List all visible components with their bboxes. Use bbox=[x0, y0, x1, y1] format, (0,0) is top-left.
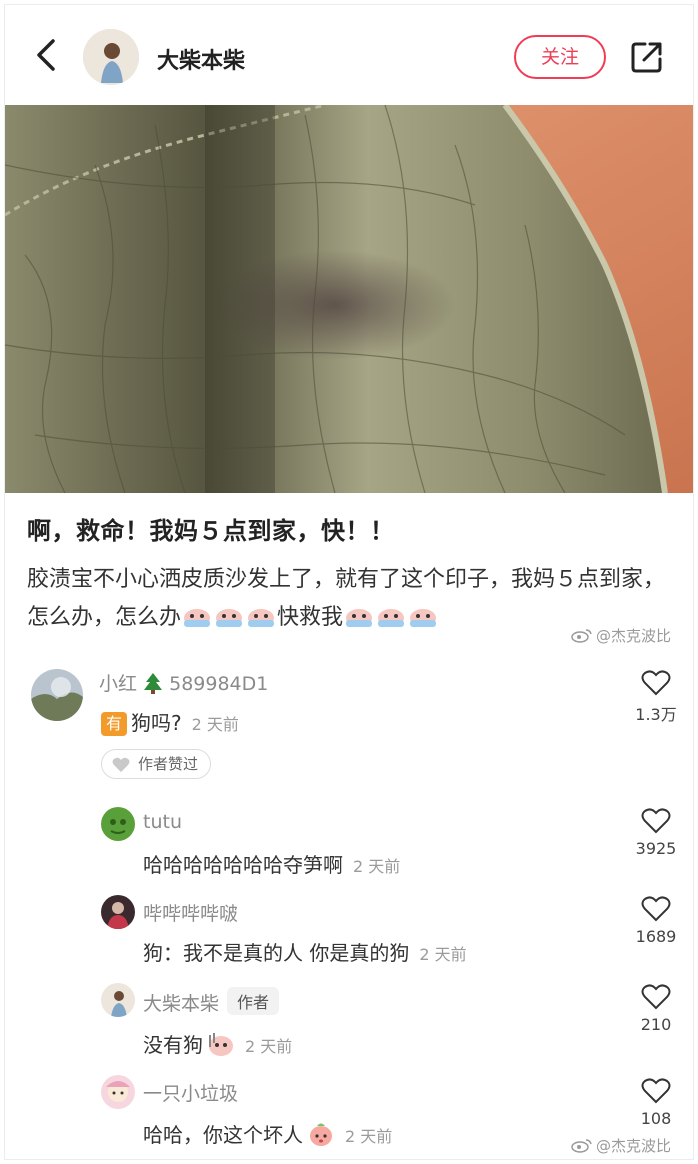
like-count: 210 bbox=[640, 1015, 672, 1034]
crying-emoji-icon bbox=[184, 609, 211, 627]
commenter-name[interactable]: 哔哔哔哔啵 bbox=[143, 899, 238, 926]
follow-button[interactable]: 关注 bbox=[514, 35, 606, 79]
comment-body: 狗：我不是真的人 你是真的狗 bbox=[143, 941, 410, 965]
crying-emoji-icon bbox=[378, 609, 405, 627]
leather-sofa-photo bbox=[5, 105, 693, 493]
commenter-avatar[interactable] bbox=[101, 1075, 135, 1109]
heart-outline-icon bbox=[641, 1078, 671, 1104]
you-badge: 有 bbox=[101, 712, 127, 736]
commenter-avatar[interactable] bbox=[101, 895, 135, 929]
screenshot-frame: 大柴本柴 关注 啊，救命！我妈５点到家，快！！ 胶渍宝不小心洒皮质沙发上了，就有… bbox=[4, 4, 694, 1160]
comment-time: 2 天前 bbox=[191, 715, 239, 734]
comment-time: 2 天前 bbox=[345, 1127, 393, 1146]
author-liked-pill: 作者赞过 bbox=[101, 749, 212, 779]
watermark-text: @杰克波比 bbox=[596, 627, 672, 645]
watermark: @杰克波比 bbox=[571, 625, 671, 646]
post-body-text-end: 快救我 bbox=[277, 605, 344, 630]
pink-cartoon-avatar bbox=[101, 1075, 135, 1109]
comment-time: 2 天前 bbox=[245, 1037, 293, 1056]
comment-body: 狗吗? bbox=[131, 711, 182, 735]
commenter-name-text: 小红 bbox=[99, 673, 138, 695]
commenter-avatar[interactable] bbox=[101, 807, 135, 841]
watermark-text: @杰克波比 bbox=[596, 1137, 672, 1155]
heart-icon bbox=[112, 757, 130, 772]
comment-text: 有狗吗? 2 天前 bbox=[101, 707, 239, 736]
comment-text: 哈哈，你这个坏人 2 天前 bbox=[143, 1119, 392, 1148]
heart-outline-icon bbox=[641, 984, 671, 1010]
pill-label: 作者赞过 bbox=[138, 755, 199, 773]
comment-body: 哈哈，你这个坏人 bbox=[143, 1123, 303, 1147]
heart-outline-icon bbox=[641, 896, 671, 922]
comment-body: 没有狗 bbox=[143, 1033, 203, 1057]
like-count: 3925 bbox=[635, 839, 677, 858]
author-name[interactable]: 大柴本柴 bbox=[157, 43, 245, 75]
comment-body: 哈哈哈哈哈哈哈夺笋啊 bbox=[143, 853, 343, 877]
watermark: @杰克波比 bbox=[571, 1135, 671, 1156]
like-button[interactable]: 1.3万 bbox=[621, 669, 691, 725]
peach-face-sticker-icon bbox=[310, 1123, 332, 1146]
commenter-name-text: 大柴本柴 bbox=[143, 993, 220, 1015]
commenter-avatar[interactable] bbox=[31, 669, 83, 721]
sweating-face-sticker-icon bbox=[209, 1033, 233, 1056]
commenter-avatar[interactable] bbox=[101, 983, 135, 1017]
heart-outline-icon bbox=[641, 670, 671, 696]
tree-emoji-icon bbox=[144, 673, 163, 694]
commenter-id: 589984D1 bbox=[169, 673, 269, 695]
like-count: 1.3万 bbox=[635, 705, 677, 724]
weibo-logo-icon bbox=[571, 629, 592, 643]
person-illustration-icon bbox=[83, 29, 139, 85]
dark-portrait-avatar bbox=[101, 895, 135, 929]
comment-text: 没有狗 2 天前 bbox=[143, 1029, 292, 1058]
post-photo[interactable] bbox=[5, 105, 693, 493]
author-avatar-small bbox=[101, 983, 135, 1017]
weibo-logo-icon bbox=[571, 1139, 592, 1153]
commenter-name[interactable]: 大柴本柴 作者 bbox=[143, 987, 280, 1016]
author-avatar[interactable] bbox=[83, 29, 139, 85]
crying-emoji-icon bbox=[216, 609, 243, 627]
green-face-avatar bbox=[101, 807, 135, 841]
post-title: 啊，救命！我妈５点到家，快！！ bbox=[27, 517, 395, 545]
crying-emoji-icon bbox=[410, 609, 437, 627]
back-arrow-icon[interactable] bbox=[27, 33, 67, 77]
comment-time: 2 天前 bbox=[419, 945, 467, 964]
like-count: 1689 bbox=[635, 927, 677, 946]
commenter-name[interactable]: 一只小垃圾 bbox=[143, 1079, 238, 1106]
commenter-name[interactable]: tutu bbox=[143, 811, 182, 833]
author-tag: 作者 bbox=[227, 987, 280, 1015]
like-button[interactable]: 210 bbox=[621, 983, 691, 1034]
like-button[interactable]: 1689 bbox=[621, 895, 691, 946]
commenter-name[interactable]: 小红 589984D1 bbox=[99, 669, 268, 696]
comment-text: 狗：我不是真的人 你是真的狗 2 天前 bbox=[143, 937, 467, 966]
crying-emoji-icon bbox=[346, 609, 373, 627]
comment-text: 哈哈哈哈哈哈哈夺笋啊 2 天前 bbox=[143, 849, 400, 878]
share-icon[interactable] bbox=[629, 39, 665, 75]
crying-emoji-icon bbox=[248, 609, 275, 627]
like-button[interactable]: 108 bbox=[621, 1077, 691, 1128]
tree-photo-avatar bbox=[31, 669, 83, 721]
heart-outline-icon bbox=[641, 808, 671, 834]
like-button[interactable]: 3925 bbox=[621, 807, 691, 858]
post-header: 大柴本柴 关注 bbox=[5, 5, 693, 105]
like-count: 108 bbox=[640, 1109, 672, 1128]
comment-time: 2 天前 bbox=[353, 857, 401, 876]
